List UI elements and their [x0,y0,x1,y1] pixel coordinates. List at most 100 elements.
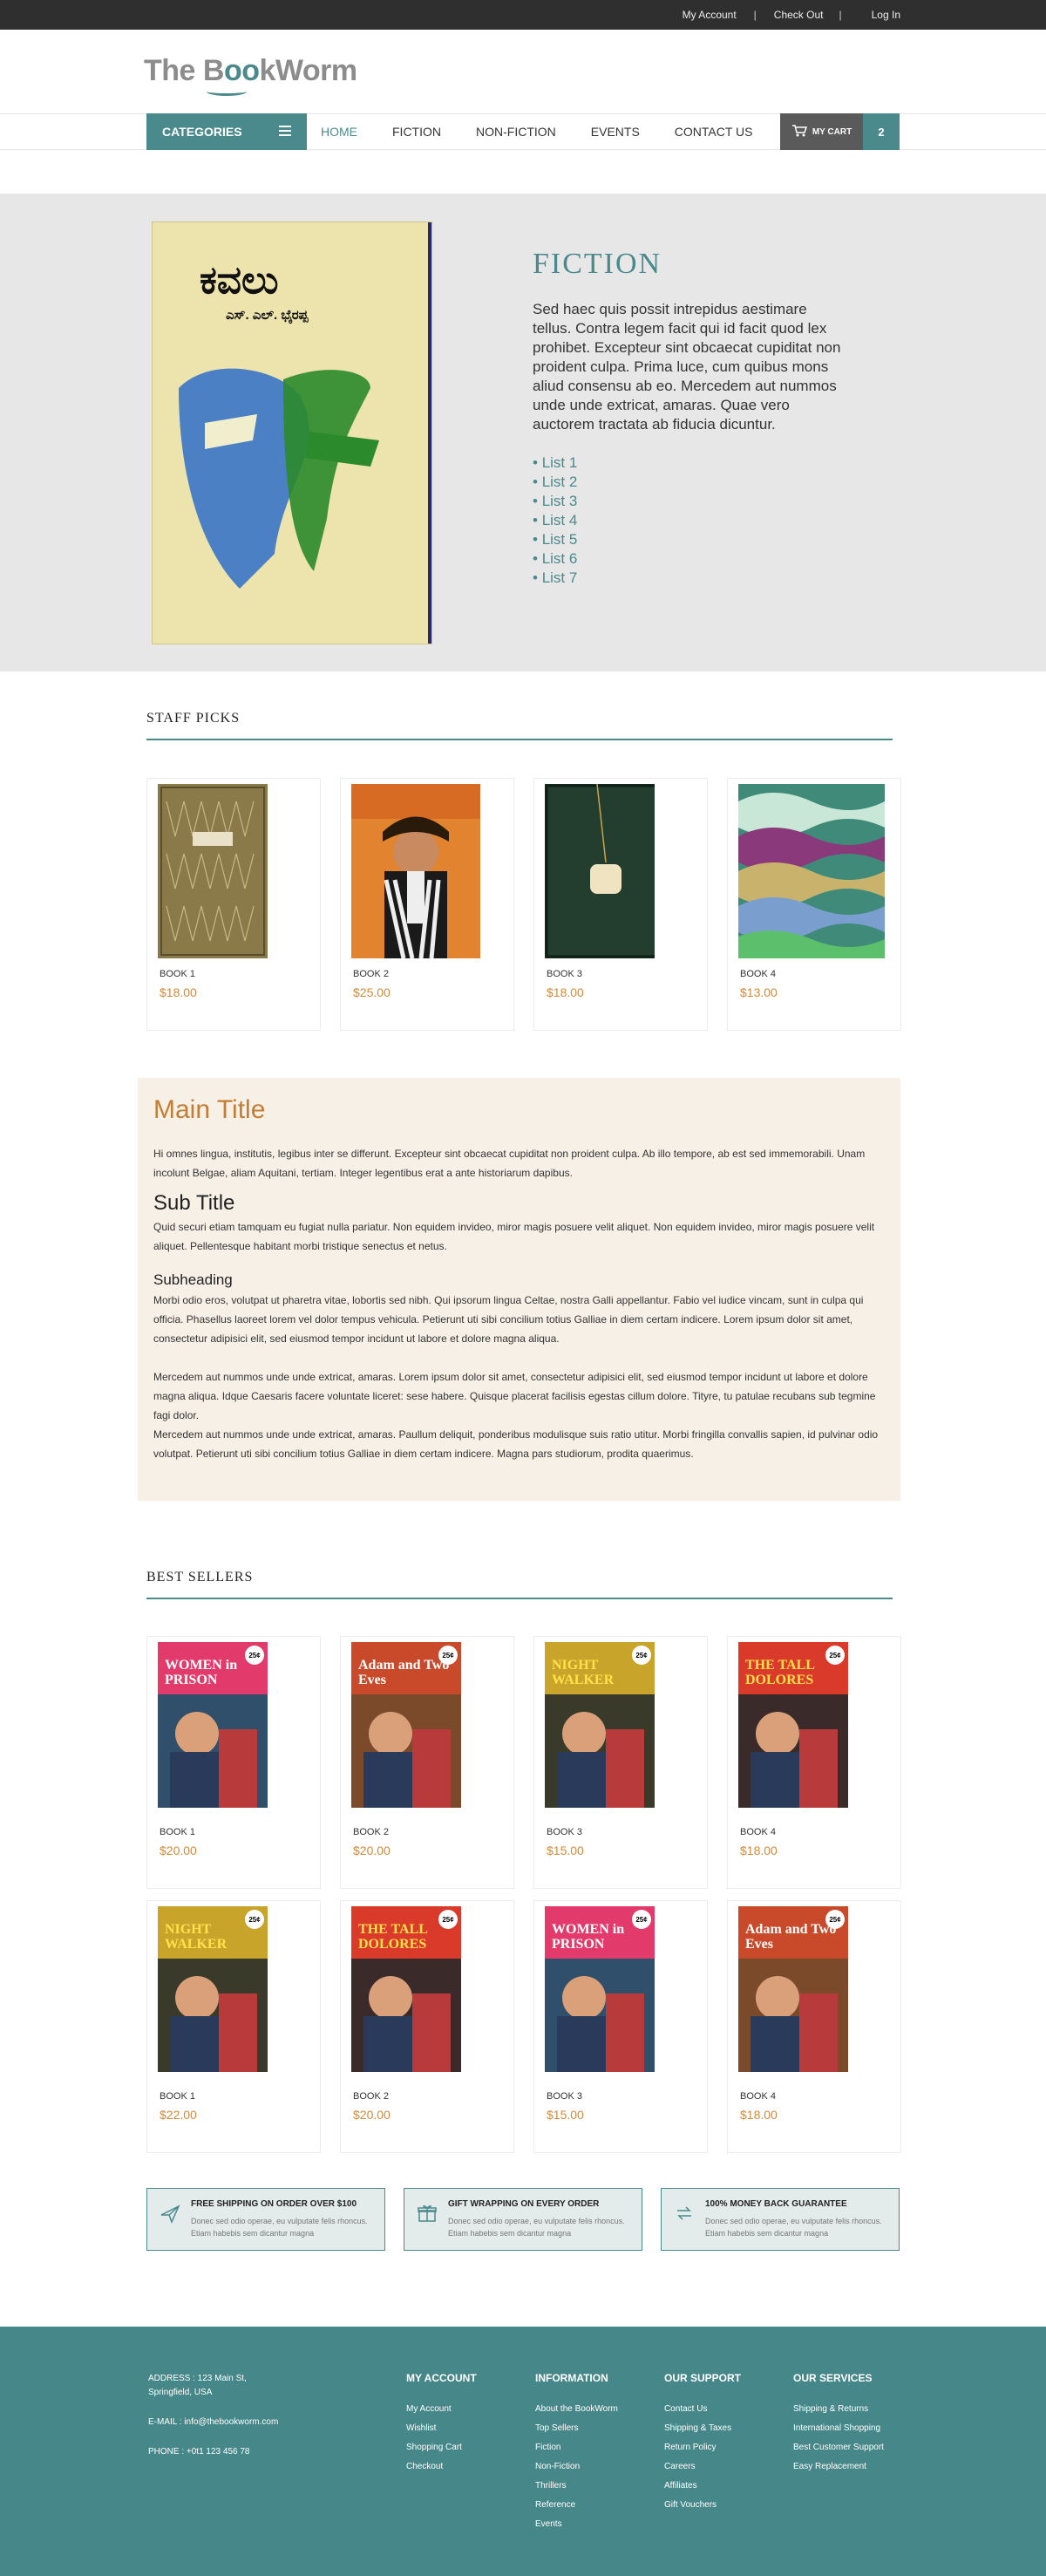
book-cover[interactable]: NIGHT WALKER 25¢ [158,1906,268,2072]
nav-events[interactable]: EVENTS [591,125,640,139]
product-price: $20.00 [353,2108,391,2122]
product-name[interactable]: BOOK 2 [353,2091,389,2102]
footer-link[interactable]: Top Sellers [535,2419,618,2438]
product-card[interactable]: THE TALL DOLORES 25¢ BOOK 2 $20.00 [340,1900,514,2153]
book-cover[interactable]: WOMEN in PRISON 25¢ [158,1642,268,1808]
hero-list-item: List 7 [533,569,846,588]
product-card[interactable]: BOOK 4 $13.00 [727,778,901,1031]
footer-link[interactable]: Thrillers [535,2477,618,2496]
product-name[interactable]: BOOK 2 [353,1827,389,1837]
footer-link[interactable]: Shipping & Returns [793,2400,884,2419]
logo-text: kWorm [259,54,358,87]
cart-label: MY CART [812,126,852,137]
product-name[interactable]: BOOK 2 [353,969,389,979]
hero-banner: ಕವಲು ಎಸ್. ಎಲ್. ಭೈರಪ್ಪ FICTION Sed haec q… [0,194,1046,671]
log-in-link[interactable]: Log In [872,9,900,21]
categories-button[interactable]: CATEGORIES [146,113,307,150]
footer-link[interactable]: Careers [664,2457,741,2477]
footer-link[interactable]: Wishlist [406,2419,477,2438]
footer-email[interactable]: E-MAIL : info@thebookworm.com [148,2416,278,2429]
product-name[interactable]: BOOK 3 [547,2091,582,2102]
footer-link[interactable]: Events [535,2515,618,2534]
footer-address: ADDRESS : 123 Main St, [148,2374,247,2383]
book-cover[interactable]: THE TALL DOLORES 25¢ [351,1906,461,2072]
cover-title: ಕವಲು [200,259,279,302]
product-card[interactable]: WOMEN in PRISON 25¢ BOOK 3 $15.00 [533,1900,708,2153]
footer-link[interactable]: Best Customer Support [793,2438,884,2457]
nav-fiction[interactable]: FICTION [392,125,441,139]
product-name[interactable]: BOOK 4 [740,969,776,979]
product-price: $20.00 [160,1843,197,1857]
book-cover[interactable]: Adam and Two Eves 25¢ [351,1642,461,1808]
plane-icon [160,2203,180,2224]
hero-list-item: List 2 [533,473,846,492]
price-tag: 25¢ [825,1646,845,1665]
nav-contact-us[interactable]: CONTACT US [675,125,753,139]
footer-contact: ADDRESS : 123 Main St, Springfield, USA E… [148,2372,278,2475]
product-name[interactable]: BOOK 3 [547,1827,582,1837]
price-tag: 25¢ [632,1910,651,1929]
cart-button[interactable]: MY CART 2 [780,113,900,150]
check-out-link[interactable]: Check Out [774,9,824,21]
cart-count-badge[interactable]: 2 [863,113,900,150]
nav-non-fiction[interactable]: NON-FICTION [476,125,556,139]
footer-link[interactable]: My Account [406,2400,477,2419]
book-cover[interactable]: WOMEN in PRISON 25¢ [545,1906,655,2072]
footer-link[interactable]: Shipping & Taxes [664,2419,741,2438]
product-card[interactable]: NIGHT WALKER 25¢ BOOK 3 $15.00 [533,1636,708,1889]
product-card[interactable]: Adam and Two Eves 25¢ BOOK 4 $18.00 [727,1900,901,2153]
product-card[interactable]: THE TALL DOLORES 25¢ BOOK 4 $18.00 [727,1636,901,1889]
product-name[interactable]: BOOK 1 [160,1827,195,1837]
cart-main[interactable]: MY CART [780,113,863,150]
product-name[interactable]: BOOK 1 [160,2091,195,2102]
product-name[interactable]: BOOK 4 [740,1827,776,1837]
product-card[interactable]: BOOK 1 $18.00 [146,778,321,1031]
product-name[interactable]: BOOK 4 [740,2091,776,2102]
product-card[interactable]: BOOK 3 $18.00 [533,778,708,1031]
book-cover[interactable] [351,784,480,958]
price-tag: 25¢ [632,1646,651,1665]
product-card[interactable]: BOOK 2 $25.00 [340,778,514,1031]
cover-title: Adam and Two Eves [745,1922,837,1952]
footer-link[interactable]: Reference [535,2496,618,2515]
nav-home[interactable]: HOME [321,125,357,139]
hero-list-item: List 5 [533,530,846,549]
product-price: $18.00 [160,985,197,999]
footer-link[interactable]: Gift Vouchers [664,2496,741,2515]
book-cover[interactable] [738,784,885,958]
nav-links: HOME FICTION NON-FICTION EVENTS CONTACT … [307,113,774,150]
book-cover[interactable]: Adam and Two Eves 25¢ [738,1906,848,2072]
product-card[interactable]: Adam and Two Eves 25¢ BOOK 2 $20.00 [340,1636,514,1889]
footer-link[interactable]: Affiliates [664,2477,741,2496]
footer-link[interactable]: Non-Fiction [535,2457,618,2477]
header: The BookWorm [0,30,1046,114]
hero-list-item: List 4 [533,511,846,530]
book-cover[interactable] [158,784,268,958]
footer-link[interactable]: Easy Replacement [793,2457,884,2477]
price-tag: 25¢ [245,1646,264,1665]
content-block: Main Title Hi omnes lingua, institutis, … [138,1078,900,1501]
footer-link[interactable]: Shopping Cart [406,2438,477,2457]
my-account-link[interactable]: My Account [683,9,737,21]
product-card[interactable]: WOMEN in PRISON 25¢ BOOK 1 $20.00 [146,1636,321,1889]
footer-link[interactable]: About the BookWorm [535,2400,618,2419]
book-cover[interactable]: NIGHT WALKER 25¢ [545,1642,655,1808]
product-name[interactable]: BOOK 1 [160,969,195,979]
product-price: $22.00 [160,2108,197,2122]
footer-column-my-account: MY ACCOUNT My Account Wishlist Shopping … [406,2372,477,2477]
footer-link[interactable]: Contact Us [664,2400,741,2419]
product-price: $15.00 [547,2108,584,2122]
product-price: $18.00 [740,2108,778,2122]
product-card[interactable]: NIGHT WALKER 25¢ BOOK 1 $22.00 [146,1900,321,2153]
hero-book-cover[interactable]: ಕವಲು ಎಸ್. ಎಲ್. ಭೈರಪ್ಪ [152,221,432,644]
footer-link[interactable]: Checkout [406,2457,477,2477]
site-logo[interactable]: The BookWorm [144,54,358,96]
book-cover[interactable]: THE TALL DOLORES 25¢ [738,1642,848,1808]
refresh-icon [674,2203,695,2224]
product-name[interactable]: BOOK 3 [547,969,582,979]
book-cover[interactable] [545,784,655,958]
footer-address-line2: Springfield, USA [148,2388,213,2397]
footer-link[interactable]: International Shopping [793,2419,884,2438]
footer-link[interactable]: Fiction [535,2438,618,2457]
footer-link[interactable]: Return Policy [664,2438,741,2457]
